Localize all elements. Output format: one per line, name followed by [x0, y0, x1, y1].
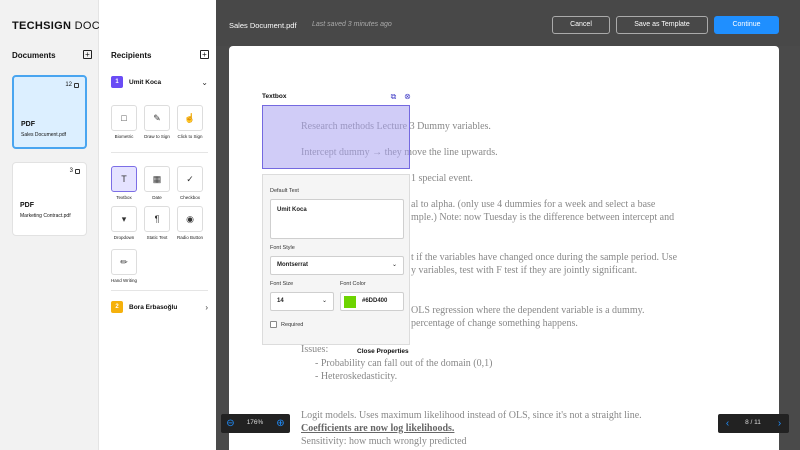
tool-hand-writing[interactable]: ✏ Hand Writing	[109, 249, 139, 283]
recipient-name: Bora Erbasoğlu	[129, 303, 178, 311]
document-line: Coefficients are now log likelihoods.	[301, 423, 455, 434]
add-document-icon[interactable]: +	[83, 50, 92, 59]
required-label: Required	[281, 322, 304, 328]
documents-panel: TECHSIGN DOC Documents + 12 PDF Sales Do…	[0, 0, 100, 450]
recipients-title: Recipients	[111, 51, 152, 60]
page-count: 12	[65, 82, 72, 88]
file-name: Sales Document.pdf	[229, 21, 297, 30]
document-line: - Probability can fall out of the domain…	[315, 358, 493, 369]
document-line: 1 special event.	[411, 173, 473, 184]
zoom-in-icon[interactable]: ⊕	[274, 417, 287, 430]
textbox-properties-panel: Default Text Umit Koca Font Style Montse…	[262, 174, 410, 345]
chevron-down-icon: ⌄	[321, 298, 327, 304]
document-line: al to alpha. (only use 4 dummies for a w…	[411, 199, 656, 210]
document-name: Sales Document.pdf	[21, 132, 67, 138]
textbox-icon: T	[111, 166, 137, 192]
zoom-controls: ⊖ 176% ⊕	[221, 414, 290, 433]
click-sign-icon: ☝	[177, 105, 203, 131]
font-color-label: Font Color	[340, 281, 366, 287]
font-color-input[interactable]: #6DD400	[340, 292, 404, 311]
chevron-right-icon[interactable]: ›	[205, 303, 208, 312]
chevron-down-icon[interactable]: ⌄	[201, 78, 208, 87]
default-text-input[interactable]: Umit Koca	[270, 199, 404, 239]
document-line: Issues:	[301, 344, 329, 355]
font-size-select[interactable]: 14 ⌄	[270, 292, 334, 311]
close-properties-link[interactable]: Close Properties	[357, 348, 409, 355]
textbox-title: Textbox	[262, 93, 287, 100]
chevron-down-icon: ⌄	[391, 262, 397, 268]
document-line: mple.) Note: now Tuesday is the differen…	[411, 212, 675, 223]
zoom-out-icon[interactable]: ⊖	[224, 417, 237, 430]
page-count: 3	[69, 168, 73, 174]
divider	[111, 290, 208, 291]
pages-icon	[74, 82, 79, 88]
top-bar: Sales Document.pdf Last saved 3 minutes …	[216, 0, 800, 46]
document-line: OLS regression where the dependent varia…	[411, 305, 645, 316]
document-line: t if the variables have changed once dur…	[411, 252, 678, 263]
radio-button-icon: ◉	[177, 206, 203, 232]
recipient-name: Umit Koca	[129, 78, 162, 86]
dropdown-icon: ▾	[111, 206, 137, 232]
font-style-label: Font Style	[270, 245, 295, 251]
document-line: y variables, test with F test if they ar…	[411, 265, 638, 276]
recipient-number: 2	[111, 301, 123, 313]
close-icon[interactable]: ⊗	[403, 92, 412, 101]
document-line: Sensitivity: how much wrongly predicted	[301, 436, 467, 447]
last-saved-status: Last saved 3 minutes ago	[312, 21, 392, 28]
continue-button[interactable]: Continue	[714, 16, 779, 34]
recipients-panel: Recipients + 1 Umit Koca ⌄ □ Biometric ✎ D…	[99, 0, 216, 450]
zoom-level: 176%	[246, 419, 264, 426]
brand-logo: TECHSIGN DOC	[12, 20, 100, 32]
divider	[111, 152, 208, 153]
document-name: Marketing Contract.pdf	[20, 213, 71, 219]
document-type: PDF	[20, 202, 34, 209]
font-style-select[interactable]: Montserrat ⌄	[270, 256, 404, 275]
document-line: - Heteroskedasticity.	[315, 371, 398, 382]
page-indicator: 8 / 11	[745, 419, 761, 426]
prev-page-icon[interactable]: ‹	[721, 417, 734, 430]
font-size-label: Font Size	[270, 281, 294, 287]
recipient-item[interactable]: 2 Bora Erbasoğlu ›	[111, 300, 208, 314]
documents-title: Documents	[12, 51, 56, 60]
add-recipient-icon[interactable]: +	[200, 50, 209, 59]
static-text-icon: ¶	[144, 206, 170, 232]
cancel-button[interactable]: Cancel	[552, 16, 610, 34]
document-line: percentage of change something happens.	[411, 318, 578, 329]
checkbox-icon: ✓	[177, 166, 203, 192]
calendar-icon: ▦	[144, 166, 170, 192]
required-checkbox[interactable]	[270, 321, 277, 328]
document-line: Logit models. Uses maximum likelihood in…	[301, 410, 642, 421]
copy-icon[interactable]: ⧉	[389, 92, 398, 101]
document-card[interactable]: 12 PDF Sales Document.pdf	[12, 75, 87, 149]
pages-icon	[75, 168, 80, 174]
recipient-item[interactable]: 1 Umit Koca ⌄	[111, 75, 208, 89]
save-as-template-button[interactable]: Save as Template	[616, 16, 708, 34]
document-card[interactable]: 3 PDF Marketing Contract.pdf	[12, 162, 87, 236]
textbox-field[interactable]	[262, 105, 410, 169]
next-page-icon[interactable]: ›	[773, 417, 786, 430]
hand-writing-icon: ✏	[111, 249, 137, 275]
tool-checkbox[interactable]: ✓ Checkbox	[175, 166, 205, 200]
draw-sign-icon: ✎	[144, 105, 170, 131]
recipient-number: 1	[111, 76, 123, 88]
tool-click-to-sign[interactable]: ☝ Click to Sign	[175, 105, 205, 139]
biometric-icon: □	[111, 105, 137, 131]
color-swatch[interactable]	[344, 296, 356, 308]
tool-radio-button[interactable]: ◉ Radio Button	[175, 206, 205, 240]
page-navigator: ‹ 8 / 11 ›	[718, 414, 789, 433]
default-text-label: Default Text	[270, 188, 299, 194]
document-type: PDF	[21, 121, 35, 128]
